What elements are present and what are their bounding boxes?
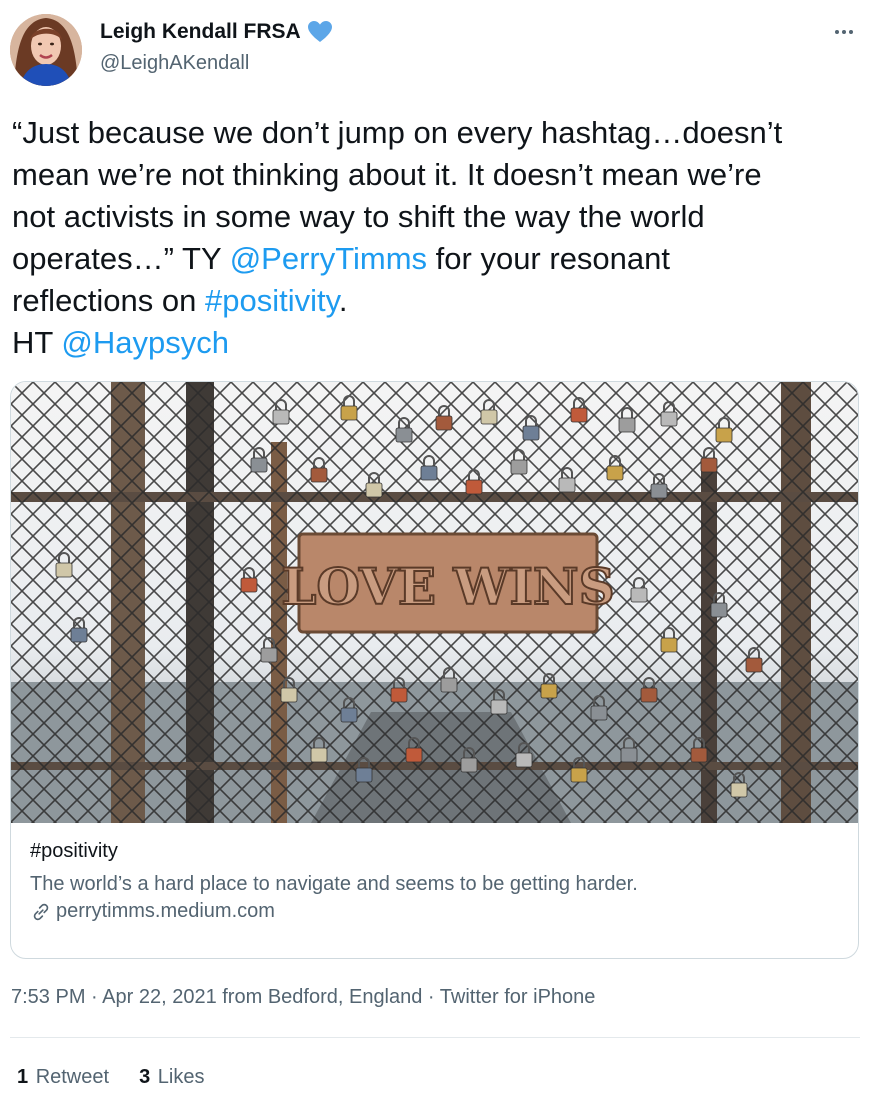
tweet-text-line: operates…” TY @PerryTimms for your reson… — [12, 238, 862, 280]
tweet-text-segment: “Just because we don’t jump on every has… — [12, 115, 783, 150]
padlock — [606, 465, 624, 481]
tweet-text-segment: operates…” TY — [12, 241, 230, 276]
link-card[interactable]: LOVE WINS #positivity The world’s a hard… — [10, 381, 859, 959]
author-display-name[interactable]: Leigh Kendall FRSA — [100, 20, 301, 44]
padlock — [260, 647, 278, 663]
card-description: The world’s a hard place to navigate and… — [30, 873, 638, 895]
author-handle[interactable]: @LeighAKendall — [100, 52, 249, 75]
tweet-stats: 1 Retweet 3 Likes — [17, 1066, 204, 1089]
padlock — [310, 467, 328, 483]
retweets-count: 1 — [17, 1066, 29, 1088]
mention-link[interactable]: @Haypsych — [61, 325, 229, 360]
padlock — [660, 637, 678, 653]
padlock — [480, 409, 498, 425]
padlock — [55, 562, 73, 578]
tweet-text-segment: . — [338, 283, 348, 318]
padlock — [460, 757, 478, 773]
padlock — [280, 687, 298, 703]
tweet: Leigh Kendall FRSA @LeighAKendall “Just … — [0, 0, 872, 1099]
padlock — [570, 407, 588, 423]
tweet-text-line: not activists in some way to shift the w… — [12, 196, 862, 238]
padlock — [540, 683, 558, 699]
padlock — [700, 457, 718, 473]
padlock — [510, 459, 528, 475]
likes-label: Likes — [157, 1066, 205, 1088]
padlock — [745, 657, 763, 673]
tweet-location[interactable]: Bedford, England — [268, 986, 423, 1008]
padlock — [650, 483, 668, 499]
verified-heart-icon — [307, 20, 333, 44]
padlock — [710, 602, 728, 618]
likes-count: 3 — [139, 1066, 151, 1088]
tweet-text-segment: not activists in some way to shift the w… — [12, 199, 705, 234]
tweet-text-line: HT @Haypsych — [12, 322, 862, 364]
card-title: #positivity — [30, 840, 118, 862]
tweet-meta: 7:53 PM · Apr 22, 2021 from Bedford, Eng… — [11, 986, 595, 1009]
padlock — [730, 782, 748, 798]
padlock — [490, 699, 508, 715]
avatar-image — [10, 14, 82, 86]
meta-separator: · — [85, 986, 103, 1008]
padlock — [355, 767, 373, 783]
likes-stat[interactable]: 3 Likes — [139, 1066, 204, 1089]
padlock — [690, 747, 708, 763]
link-icon — [30, 901, 52, 923]
tweet-date[interactable]: Apr 22, 2021 — [102, 986, 217, 1008]
padlock — [618, 417, 636, 433]
retweets-label: Retweet — [35, 1066, 110, 1088]
padlock — [660, 411, 678, 427]
card-image: LOVE WINS — [11, 382, 858, 823]
hashtag-link[interactable]: #positivity — [205, 283, 339, 318]
tweet-text-line: “Just because we don’t jump on every has… — [12, 112, 862, 154]
padlock — [640, 687, 658, 703]
padlock — [240, 577, 258, 593]
padlock — [630, 587, 648, 603]
padlock — [340, 707, 358, 723]
padlock — [515, 752, 533, 768]
padlock — [522, 425, 540, 441]
card-image-sign-text: LOVE WINS — [281, 557, 615, 616]
padlock — [590, 705, 608, 721]
padlock — [420, 465, 438, 481]
padlock — [272, 409, 290, 425]
padlock — [435, 415, 453, 431]
tweet-text-segment: for your resonant — [427, 241, 671, 276]
padlock — [340, 405, 358, 421]
tweet-text-segment: HT — [12, 325, 62, 360]
card-domain: perrytimms.medium.com — [56, 900, 275, 922]
padlock — [70, 627, 88, 643]
mention-link[interactable]: @PerryTimms — [230, 241, 427, 276]
padlock — [558, 477, 576, 493]
tweet-text: “Just because we don’t jump on every has… — [12, 112, 862, 364]
avatar[interactable] — [10, 14, 82, 86]
tweet-text-line: reflections on #positivity. — [12, 280, 862, 322]
padlock — [440, 677, 458, 693]
divider — [10, 1037, 860, 1038]
padlock — [465, 479, 483, 495]
padlock — [715, 427, 733, 443]
padlock — [365, 482, 383, 498]
author-name-row: Leigh Kendall FRSA — [100, 20, 333, 44]
retweets-stat[interactable]: 1 Retweet — [17, 1066, 109, 1089]
tweet-text-segment: reflections on — [12, 283, 205, 318]
card-domain-row: perrytimms.medium.com — [30, 900, 842, 923]
tweet-source[interactable]: Twitter for iPhone — [440, 986, 596, 1008]
padlock — [395, 427, 413, 443]
meta-separator-2: · — [422, 986, 440, 1008]
tweet-text-segment: mean we’re not thinking about it. It doe… — [12, 157, 762, 192]
tweet-time[interactable]: 7:53 PM — [11, 986, 85, 1008]
card-body: #positivity The world’s a hard place to … — [30, 840, 842, 923]
padlock — [405, 747, 423, 763]
padlock — [620, 747, 638, 763]
tweet-text-line: mean we’re not thinking about it. It doe… — [12, 154, 862, 196]
more-icon[interactable] — [832, 20, 856, 44]
padlock — [250, 457, 268, 473]
location-prefix: from — [216, 986, 268, 1008]
padlock — [310, 747, 328, 763]
padlock — [390, 687, 408, 703]
padlock — [570, 767, 588, 783]
